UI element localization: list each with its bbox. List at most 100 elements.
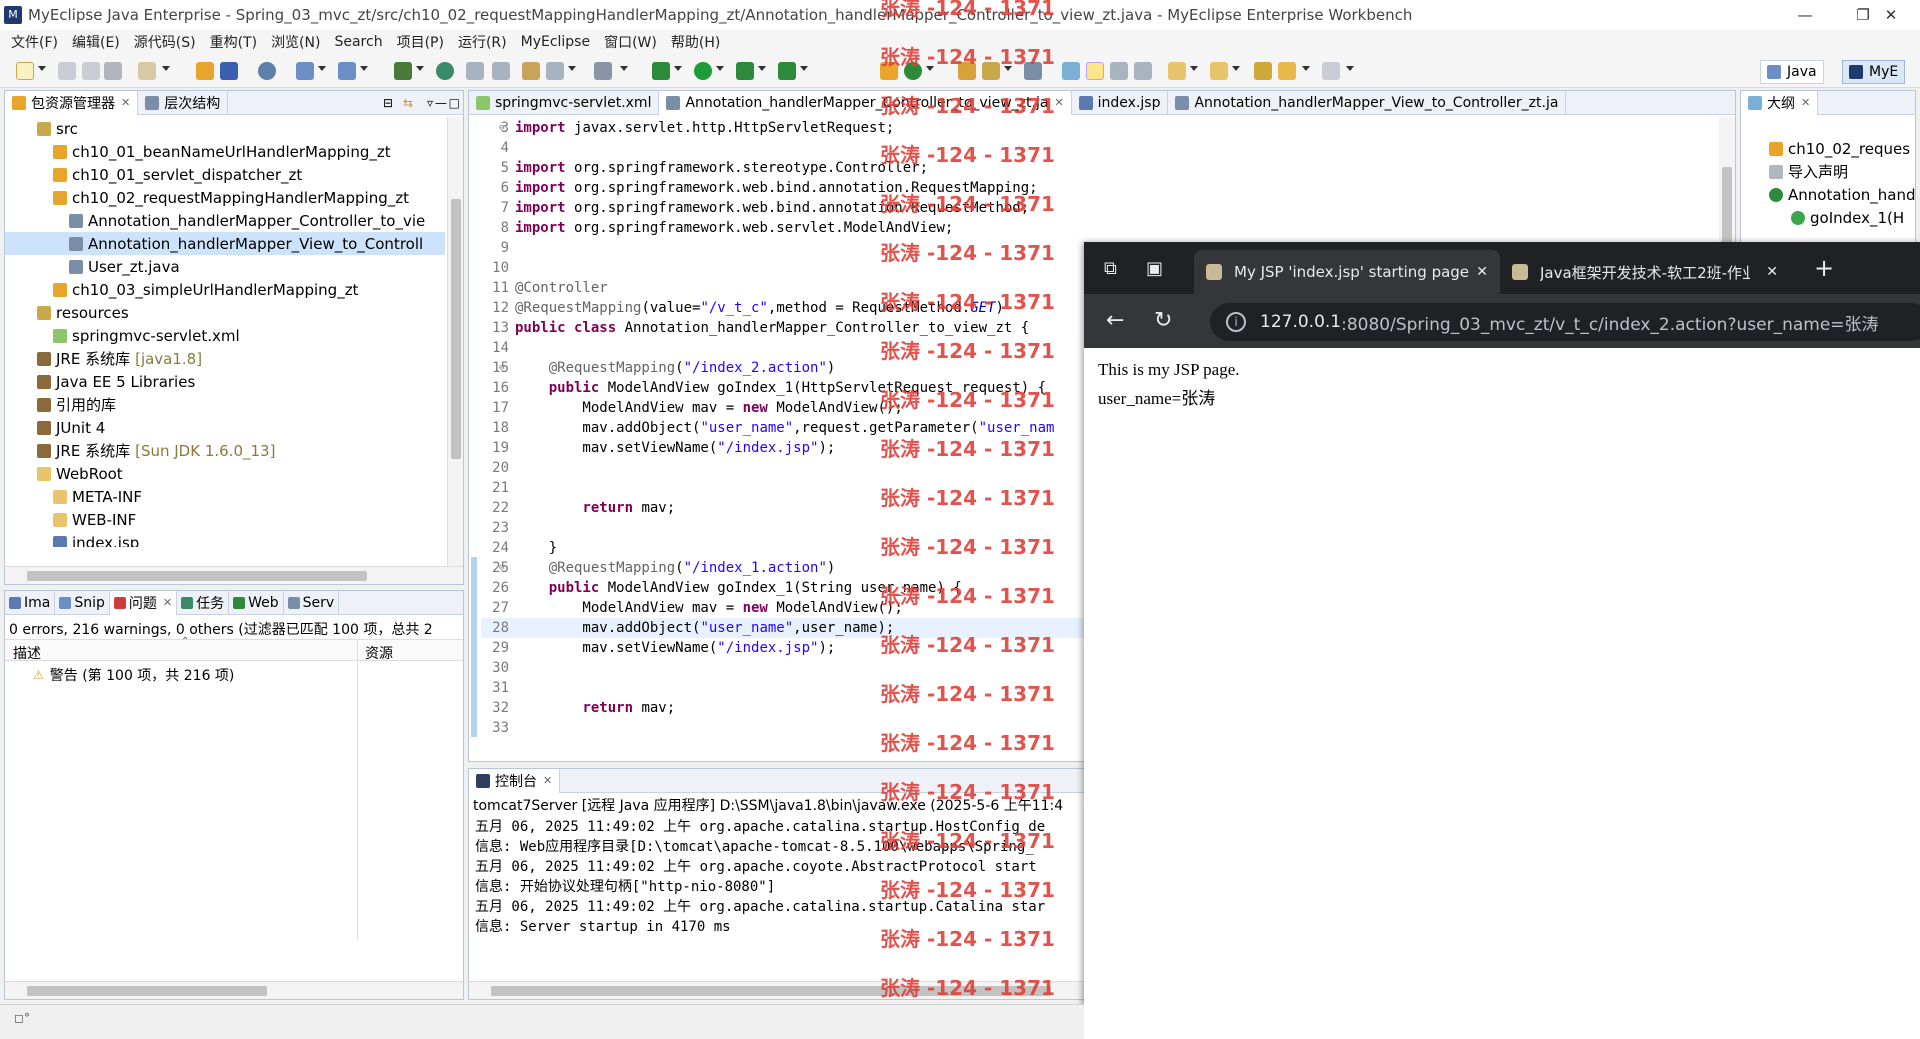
tree-item[interactable]: ch10_01_servlet_dispatcher_zt [5,163,302,186]
chevron-down-icon[interactable] [620,66,628,71]
close-icon[interactable]: ✕ [1476,264,1488,280]
close-icon[interactable]: ✕ [543,774,552,787]
tab-problems-view[interactable]: Serv [284,590,340,615]
tree-item[interactable]: JRE 系统库 [Sun JDK 1.6.0_13] [5,439,275,462]
tab-problems-view[interactable]: 问题 ✕ [109,590,178,615]
tab-outline[interactable]: 大纲 ✕ [1741,90,1819,115]
tree-item[interactable]: ch10_01_beanNameUrlHandlerMapping_zt [5,140,391,163]
fold-icon[interactable]: ⊖ [499,558,504,578]
last-edit-icon[interactable] [1254,62,1272,80]
wizard-icon[interactable] [296,62,314,80]
wizard2-icon[interactable] [338,62,356,80]
save-icon[interactable] [58,62,76,80]
whitespace-icon[interactable] [1134,62,1152,80]
tree-item[interactable]: springmvc-servlet.xml [5,324,240,347]
tree-item[interactable]: Annotation_handlerMapper_Controller_to_v… [5,209,425,232]
tree-item[interactable]: 引用的库 [5,393,116,416]
chevron-down-icon[interactable] [1190,66,1198,71]
prev-annotation-icon[interactable] [1210,62,1228,80]
back-arrow-icon[interactable]: ← [1106,308,1124,334]
menu-item[interactable]: 重构(T) [203,32,264,52]
run-icon[interactable] [694,62,712,80]
chevron-down-icon[interactable] [162,66,170,71]
tree-item[interactable]: resources [5,301,129,324]
server-icon[interactable] [258,62,276,80]
browser-icon[interactable] [394,62,412,80]
chevron-down-icon[interactable] [716,66,724,71]
minimize-button[interactable]: — [1776,0,1834,30]
info-icon[interactable]: i [1226,312,1246,332]
tool-icon[interactable] [522,62,540,80]
open-type-icon[interactable] [138,62,156,80]
column-resource[interactable]: 资源 [365,643,393,663]
tree-item[interactable]: Annotation_handlerMapper_View_to_Control… [5,232,445,255]
maximize-view-icon[interactable]: □ [449,96,460,110]
tree-item[interactable]: JRE 系统库 [java1.8] [5,347,202,370]
outline-item[interactable]: Annotation_hand [1769,183,1915,206]
link-editor-icon[interactable]: ⇆ [403,96,413,110]
browser-tab-index[interactable]: My JSP 'index.jsp' starting page ✕ [1194,250,1500,294]
tab-problems-view[interactable]: 任务 [177,590,230,615]
editor-tab[interactable]: index.jsp [1072,90,1169,115]
menu-item[interactable]: 窗口(W) [597,32,664,52]
fold-icon[interactable]: ⊖ [499,358,504,378]
perspective-myeclipse[interactable]: MyE [1842,60,1906,84]
tree-item[interactable]: User_zt.java [5,255,180,278]
browser-tab-homework[interactable]: Java框架开发技术-软工2班-作业3 ✕ [1500,250,1790,294]
tree-scroll-thumb[interactable] [451,199,461,459]
tab-console[interactable]: 控制台 ✕ [469,768,561,793]
tree-item[interactable]: index.jsp [5,531,139,547]
status-icon[interactable]: ◻° [14,1011,30,1025]
tree-item[interactable]: src [5,117,78,140]
close-button[interactable]: ✕ [1862,0,1920,30]
reload-icon[interactable]: ↻ [1154,308,1172,334]
collapse-all-icon[interactable]: ⊟ [383,96,393,110]
tree-item[interactable]: META-INF [5,485,142,508]
chevron-down-icon[interactable] [318,66,326,71]
forward-icon[interactable] [1322,62,1340,80]
close-icon[interactable]: ✕ [1766,264,1778,280]
deploy-icon[interactable] [220,62,238,80]
warning-row[interactable]: ⚠ 警告 (第 100 项，共 216 项) [5,663,463,686]
chevron-down-icon[interactable] [800,66,808,71]
chevron-down-icon[interactable] [674,66,682,71]
tree-item[interactable]: WebRoot [5,462,123,485]
chevron-down-icon[interactable] [758,66,766,71]
screen-icon[interactable] [594,62,612,80]
tree-item[interactable]: ch10_02_requestMappingHandlerMapping_zt [5,186,409,209]
chevron-down-icon[interactable] [38,66,46,71]
next-annotation-icon[interactable] [1168,62,1186,80]
menu-item[interactable]: 编辑(E) [65,32,127,52]
nav2-icon[interactable] [492,62,510,80]
tree-hscroll-thumb[interactable] [27,571,367,581]
close-icon[interactable]: ✕ [163,596,172,609]
nav-icon[interactable] [466,62,484,80]
outline-item[interactable]: ch10_02_reques [1769,137,1910,160]
chevron-down-icon[interactable] [1302,66,1310,71]
tab-actions-icon[interactable]: ⧉ [1104,258,1117,279]
editor-tab[interactable]: springmvc-servlet.xml [469,90,660,115]
back-icon[interactable] [1278,62,1296,80]
tree-vertical-scrollbar[interactable] [447,117,463,567]
tab-package-explorer[interactable]: 包资源管理器 ✕ [5,90,139,115]
sidebar-toggle-icon[interactable]: ▣ [1146,258,1163,279]
outline-item[interactable]: goIndex_1(H [1791,206,1904,229]
chevron-down-icon[interactable] [416,66,424,71]
save-all-icon[interactable] [82,62,100,80]
menu-item[interactable]: 文件(F) [4,32,65,52]
chevron-down-icon[interactable] [1232,66,1240,71]
tree-item[interactable]: WEB-INF [5,508,136,531]
close-icon[interactable]: ✕ [121,96,130,109]
view-menu-icon[interactable]: ▿ [427,96,433,110]
problems-hscroll-thumb[interactable] [27,986,267,996]
new-icon[interactable] [16,62,34,80]
tree-horizontal-scrollbar[interactable] [5,566,463,584]
outline-item[interactable]: 导入声明 [1769,160,1848,183]
column-description[interactable]: 描述 [13,643,41,663]
chevron-down-icon[interactable] [360,66,368,71]
tab-hierarchy[interactable]: 层次结构 [138,90,229,115]
menu-item[interactable]: MyEclipse [514,34,597,50]
editor-tab[interactable]: Annotation_handlerMapper_View_to_Control… [1168,90,1567,115]
tree-item[interactable]: ch10_03_simpleUrlHandlerMapping_zt [5,278,358,301]
tab-problems-view[interactable]: Snip [55,590,110,615]
